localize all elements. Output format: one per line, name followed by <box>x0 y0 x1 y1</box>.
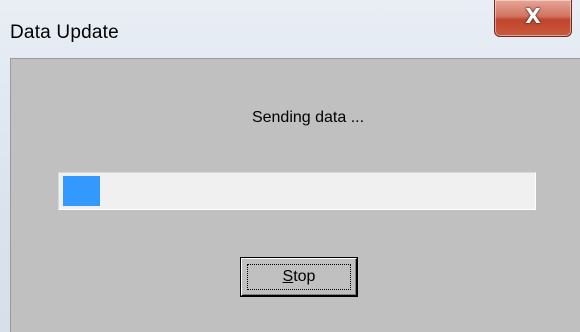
stop-label-rest: top <box>293 268 316 285</box>
dialog-client-area: Sending data ... Stop <box>10 58 580 332</box>
progress-track <box>63 176 531 206</box>
stop-button-label: Stop <box>242 268 356 286</box>
progress-bar <box>58 172 536 210</box>
stop-button[interactable]: Stop <box>241 258 357 296</box>
progress-fill <box>63 176 101 206</box>
status-message: Sending data ... <box>251 109 365 126</box>
title-bar[interactable]: Data Update X <box>0 0 580 58</box>
window-title: Data Update <box>10 22 119 43</box>
close-button[interactable]: X <box>494 0 572 37</box>
dialog-window: Data Update X Sending data ... Stop <box>0 0 580 332</box>
stop-accelerator: S <box>282 268 294 285</box>
close-icon: X <box>525 4 541 28</box>
